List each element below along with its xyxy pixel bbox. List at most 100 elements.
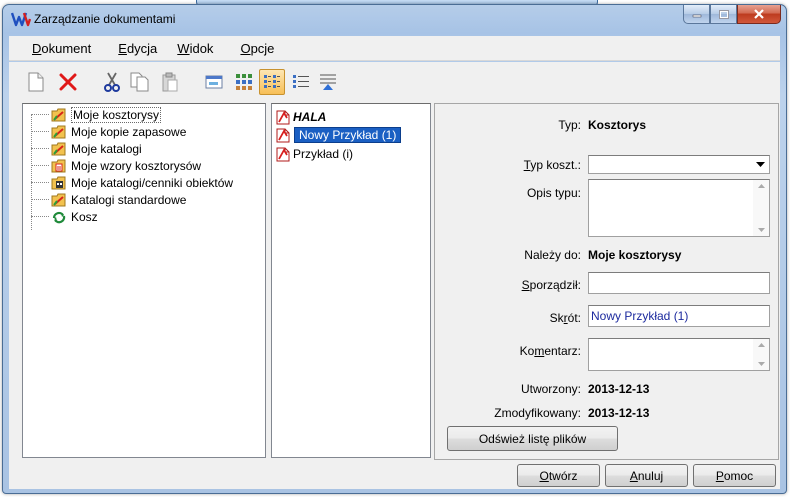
delete-icon xyxy=(59,73,77,91)
tree-item-katalogi-standardowe[interactable]: Katalogi standardowe xyxy=(31,191,186,208)
type-value: Kosztorys xyxy=(588,118,647,132)
tree-connector xyxy=(31,165,49,166)
tree-item-moje-wzory-kosztorysow[interactable]: Moje wzory kosztorysów xyxy=(31,157,201,174)
estimate-type-combo[interactable] xyxy=(588,155,770,174)
chevron-down-icon xyxy=(756,161,765,167)
cut-button[interactable] xyxy=(99,69,125,95)
tree-item-moje-katalogi-cenniki[interactable]: Moje katalogi/cenniki obiektów xyxy=(31,174,233,191)
paste-icon xyxy=(162,72,178,92)
close-button[interactable] xyxy=(737,5,781,24)
refresh-files-button[interactable]: Odśwież listę plików xyxy=(447,426,618,451)
menu-edycja[interactable]: Edycja xyxy=(108,41,167,56)
scroll-up-icon xyxy=(757,184,765,188)
estimate-file-icon xyxy=(276,110,290,124)
small-icons-view-button[interactable] xyxy=(259,69,285,95)
estimate-file-icon xyxy=(276,147,290,161)
comment-scrollbar[interactable] xyxy=(753,339,769,370)
help-button[interactable]: Pomoc xyxy=(693,464,776,487)
short-name-field[interactable] xyxy=(588,305,770,327)
short-name-input[interactable] xyxy=(591,309,767,323)
menu-dokument[interactable]: Dokument xyxy=(9,41,101,56)
rename-button[interactable] xyxy=(201,69,227,95)
menu-bar: Dokument Edycja Widok Opcje xyxy=(9,36,780,61)
comment-field[interactable] xyxy=(588,338,770,371)
rename-icon xyxy=(205,75,223,89)
document-manager-window: Zarządzanie dokumentami Dokument Edycja … xyxy=(2,4,787,494)
folder-backups-icon xyxy=(51,125,66,138)
title-bar[interactable]: Zarządzanie dokumentami xyxy=(3,5,786,33)
file-item-hala[interactable]: HALA xyxy=(275,107,326,126)
menu-opcje[interactable]: Opcje xyxy=(230,41,284,56)
tree-label: Kosz xyxy=(71,209,98,224)
file-list[interactable]: HALA Nowy Przykład (1) Przykład (i) xyxy=(271,103,431,458)
tree-item-moje-katalogi[interactable]: Moje katalogi xyxy=(31,140,142,157)
combo-dropdown-button[interactable] xyxy=(753,157,768,172)
tree-connector xyxy=(31,114,49,115)
tree-label: Moje katalogi xyxy=(71,141,142,156)
recycle-bin-icon xyxy=(52,211,66,223)
large-icons-view-button[interactable] xyxy=(231,69,257,95)
author-field[interactable] xyxy=(588,272,770,294)
cut-icon xyxy=(104,72,120,92)
tree-label: Moje kosztorysy xyxy=(71,106,162,123)
folder-catalogs-icon xyxy=(51,142,66,155)
estimate-file-icon xyxy=(276,128,290,142)
cancel-button[interactable]: Anuluj xyxy=(605,464,688,487)
folder-pricelists-icon xyxy=(51,176,66,189)
folder-templates-icon xyxy=(51,159,66,172)
file-rename-field[interactable]: Nowy Przykład (1) xyxy=(294,126,402,143)
tree-label: Katalogi standardowe xyxy=(71,192,187,207)
author-label: Sporządził: xyxy=(521,278,581,292)
minimize-icon xyxy=(692,14,701,18)
new-document-button[interactable] xyxy=(23,69,49,95)
toolbar xyxy=(9,62,780,102)
tree-connector xyxy=(31,199,49,200)
tree-label: Moje kopie zapasowe xyxy=(71,124,187,139)
belongs-label: Należy do: xyxy=(524,248,581,262)
details-panel: Typ: Kosztorys Typ koszt.: Opis typu: Na… xyxy=(434,103,779,460)
modified-label: Zmodyfikowany: xyxy=(494,406,581,420)
folder-estimates-icon xyxy=(51,108,66,121)
tree-item-moje-kopie-zapasowe[interactable]: Moje kopie zapasowe xyxy=(31,123,186,140)
maximize-button[interactable] xyxy=(710,5,737,24)
created-value: 2013-12-13 xyxy=(588,382,650,396)
tree-connector xyxy=(31,148,49,149)
window-title: Zarządzanie dokumentami xyxy=(34,12,176,26)
new-document-icon xyxy=(28,72,44,92)
belongs-value: Moje kosztorysy xyxy=(588,248,682,262)
tree-connector xyxy=(31,182,49,183)
delete-button[interactable] xyxy=(55,69,81,95)
maximize-icon xyxy=(718,9,729,19)
list-view-button[interactable] xyxy=(288,69,314,95)
minimize-button[interactable] xyxy=(683,5,710,24)
copy-icon xyxy=(130,72,149,92)
caption-buttons xyxy=(683,5,781,25)
author-input[interactable] xyxy=(591,276,767,290)
tree-label: Moje katalogi/cenniki obiektów xyxy=(71,175,234,190)
close-icon xyxy=(754,9,764,19)
folder-tree[interactable]: Moje kosztorysy Moje kopie zapasowe Moje… xyxy=(22,103,266,458)
estimate-type-label: Typ koszt.: xyxy=(523,158,581,172)
tree-item-moje-kosztorysy[interactable]: Moje kosztorysy xyxy=(31,106,162,123)
description-scrollbar[interactable] xyxy=(753,180,769,236)
type-description-field[interactable] xyxy=(588,179,770,237)
file-item-przyklad[interactable]: Przykład (i) xyxy=(275,144,353,163)
open-button[interactable]: Otwórz xyxy=(517,464,600,487)
type-label: Typ: xyxy=(558,118,581,132)
details-view-button[interactable] xyxy=(315,69,341,95)
tree-connector xyxy=(31,216,49,217)
file-label: Przykład (i) xyxy=(293,146,354,161)
scroll-down-icon xyxy=(757,362,765,366)
tree-connector xyxy=(31,131,49,132)
menu-widok[interactable]: Widok xyxy=(167,41,223,56)
app-logo-icon xyxy=(11,12,31,27)
small-icons-view-icon xyxy=(264,75,280,88)
details-view-icon xyxy=(320,74,336,90)
copy-button[interactable] xyxy=(127,69,153,95)
file-item-nowy-przyklad[interactable]: Nowy Przykład (1) xyxy=(275,125,402,144)
tree-item-kosz[interactable]: Kosz xyxy=(31,208,98,225)
folder-standard-catalogs-icon xyxy=(51,193,66,206)
scroll-down-icon xyxy=(757,228,765,232)
comment-label: Komentarz: xyxy=(519,344,581,358)
paste-button[interactable] xyxy=(157,69,183,95)
